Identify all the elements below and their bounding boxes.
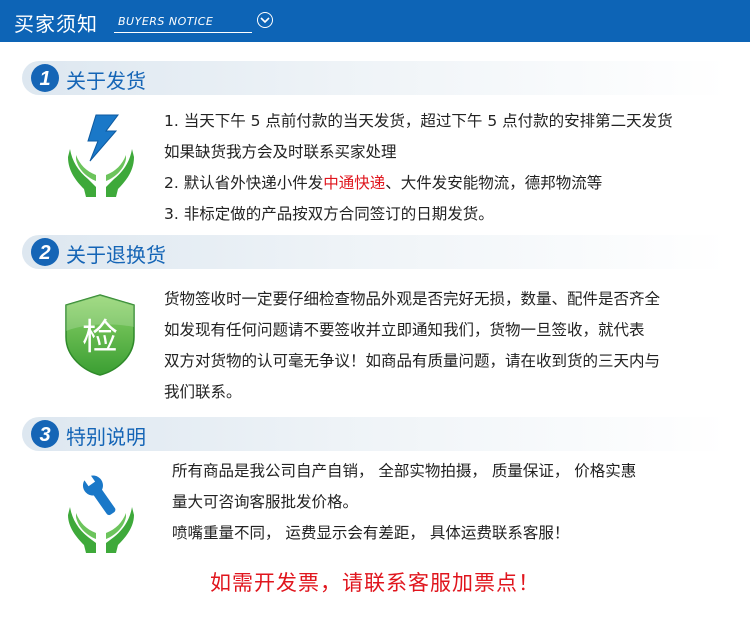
returns-line-4: 我们联系。 — [164, 383, 242, 401]
inspection-shield-icon: 检 — [64, 293, 136, 377]
svg-text:2: 2 — [38, 242, 50, 264]
returns-line-3: 双方对货物的认可毫无争议！如商品有质量问题，请在收到货的三天内与 — [164, 352, 661, 370]
returns-line-2: 如发现有任何问题请不要签收并立即通知我们，货物一旦签收，就代表 — [164, 321, 645, 339]
svg-text:3: 3 — [39, 424, 50, 446]
special-notes-text: 所有商品是我公司自产自销， 全部实物拍摄， 质量保证， 价格实惠 量大可咨询客服… — [172, 456, 636, 549]
shipping-highlight: 中通快递 — [323, 174, 386, 192]
notes-line-1: 所有商品是我公司自产自销， 全部实物拍摄， 质量保证， 价格实惠 — [172, 462, 637, 480]
notes-line-2: 量大可咨询客服批发价格。 — [172, 493, 359, 511]
section-shipping: 1 关于发货 1. 当天下午 5 点前付款的当天发货，超过下午 5 点付款的安排… — [22, 61, 728, 231]
returns-line-1: 货物签收时一定要仔细检查物品外观是否完好无损，数量、配件是否齐全 — [164, 290, 661, 308]
lightning-hands-icon — [66, 109, 136, 199]
shipping-line-3: 2. 默认省外快递小件发中通快递、大件发安能物流，德邦物流等 — [164, 168, 673, 199]
header-title: 买家须知 — [14, 12, 98, 36]
chevron-down-icon — [257, 12, 273, 28]
shipping-line-2: 如果缺货我方会及时联系买家处理 — [164, 143, 397, 161]
shipping-line-3b: 、大件发安能物流，德邦物流等 — [385, 174, 603, 192]
svg-text:检: 检 — [82, 317, 118, 358]
section-header: 3 特别说明 — [22, 417, 728, 451]
shipping-line-4: 3. 非标定做的产品按双方合同签订的日期发货。 — [164, 205, 494, 223]
wrench-hands-icon — [66, 473, 136, 555]
returns-text: 货物签收时一定要仔细检查物品外观是否完好无损，数量、配件是否齐全 如发现有任何问… — [164, 284, 660, 408]
section-title: 关于发货 — [66, 69, 146, 93]
number-badge-icon: 3 — [30, 419, 60, 449]
section-title: 特别说明 — [66, 425, 146, 449]
section-special-notes: 3 特别说明 所有商品是我公司自产自销， 全部实物拍摄， 质量保证， 价格实惠 … — [22, 417, 728, 567]
number-badge-icon: 2 — [30, 237, 60, 267]
header-underline — [114, 32, 252, 33]
invoice-note: 如需开发票，请联系客服加票点！ — [210, 571, 540, 595]
shipping-text: 1. 当天下午 5 点前付款的当天发货，超过下午 5 点付款的安排第二天发货 如… — [164, 106, 673, 230]
header-subtitle: BUYERS NOTICE — [118, 15, 214, 28]
notes-line-3: 喷嘴重量不同， 运费显示会有差距， 具体运费联系客服！ — [172, 524, 570, 542]
shipping-line-3a: 2. 默认省外快递小件发 — [164, 174, 324, 192]
number-badge-icon: 1 — [30, 63, 60, 93]
svg-text:1: 1 — [39, 68, 50, 90]
section-title: 关于退换货 — [66, 243, 166, 267]
shipping-line-1: 1. 当天下午 5 点前付款的当天发货，超过下午 5 点付款的安排第二天发货 — [164, 112, 673, 130]
section-header: 2 关于退换货 — [22, 235, 728, 269]
section-header: 1 关于发货 — [22, 61, 728, 95]
section-returns: 2 关于退换货 检 货物签收时一定要仔细检查物品外观是否完好无损，数量、配件是否… — [22, 235, 728, 415]
page-header: 买家须知 BUYERS NOTICE — [0, 0, 750, 42]
